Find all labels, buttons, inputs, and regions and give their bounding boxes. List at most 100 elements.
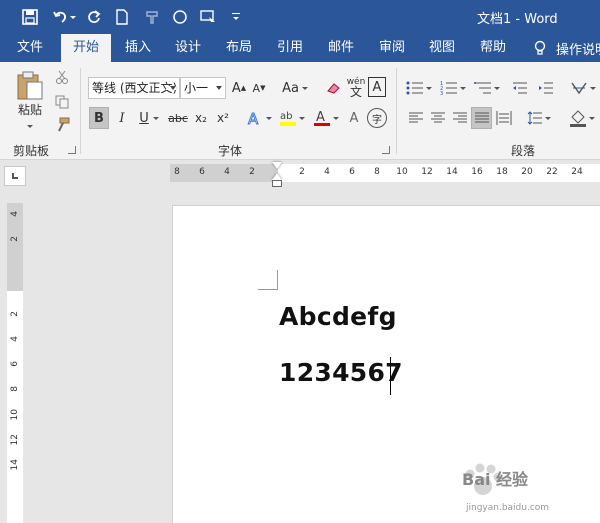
increase-indent-icon[interactable] bbox=[536, 77, 556, 99]
ruler-number: 2 bbox=[10, 236, 20, 242]
font-launcher-icon[interactable] bbox=[382, 146, 390, 154]
change-case-label: Aa bbox=[282, 80, 299, 96]
italic-label: I bbox=[119, 110, 125, 126]
line-spacing-button[interactable] bbox=[524, 107, 554, 129]
tab-help[interactable]: 帮助 bbox=[471, 34, 515, 62]
font-color-button[interactable]: A bbox=[310, 107, 342, 129]
tab-review[interactable]: 审阅 bbox=[370, 34, 414, 62]
highlighter-icon: ab bbox=[280, 111, 296, 126]
tab-file[interactable]: 文件 bbox=[8, 34, 52, 62]
tab-mailings[interactable]: 邮件 bbox=[319, 34, 363, 62]
paste-label: 粘贴 bbox=[17, 102, 42, 117]
customize-qat-icon[interactable] bbox=[230, 7, 242, 27]
ruler-number: 12 bbox=[421, 167, 433, 177]
shading-button[interactable] bbox=[566, 107, 598, 129]
ruler-number: 6 bbox=[349, 167, 355, 177]
tab-design[interactable]: 设计 bbox=[166, 34, 210, 62]
font-size-dropdown[interactable]: 小一 bbox=[180, 77, 226, 99]
document-line[interactable]: 1234567 bbox=[279, 358, 403, 387]
numbering-button[interactable]: 123 bbox=[438, 77, 468, 99]
superscript-button[interactable]: x² bbox=[213, 107, 233, 129]
bold-button[interactable]: B bbox=[89, 107, 109, 129]
svg-text:ab: ab bbox=[280, 111, 292, 122]
clipboard-launcher-icon[interactable] bbox=[68, 146, 76, 154]
touch-mode-icon[interactable] bbox=[199, 7, 219, 27]
ruler-number: 12 bbox=[10, 434, 20, 446]
paragraph-group-label: 段落 bbox=[511, 144, 536, 158]
chevron-down-icon bbox=[170, 86, 176, 90]
left-indent-marker[interactable] bbox=[272, 180, 282, 187]
ruler-number: 20 bbox=[521, 167, 533, 177]
ruler-number: 16 bbox=[471, 167, 483, 177]
paste-icon bbox=[17, 71, 43, 99]
paste-button[interactable]: 粘贴 bbox=[12, 68, 48, 118]
tab-insert[interactable]: 插入 bbox=[116, 34, 160, 62]
ruler-number: 14 bbox=[446, 167, 458, 177]
tab-selector[interactable] bbox=[4, 166, 26, 186]
grow-font-button[interactable]: A ▲ bbox=[230, 77, 248, 99]
line-spacing-icon bbox=[527, 111, 542, 125]
italic-button[interactable]: I bbox=[112, 107, 132, 129]
ruler-number: 4 bbox=[324, 167, 330, 177]
circle-shape-icon[interactable] bbox=[170, 7, 190, 27]
undo-dropdown-icon[interactable] bbox=[68, 7, 78, 27]
align-left-icon[interactable] bbox=[406, 108, 426, 128]
strikethrough-button[interactable]: abc bbox=[167, 107, 189, 129]
paste-dropdown-icon[interactable] bbox=[27, 125, 33, 128]
format-painter-icon[interactable] bbox=[53, 116, 71, 134]
bold-label: B bbox=[94, 110, 104, 126]
decrease-indent-icon[interactable] bbox=[510, 77, 530, 99]
redo-icon[interactable] bbox=[84, 7, 104, 27]
character-border-button[interactable]: A bbox=[368, 77, 386, 97]
enclose-characters-button[interactable]: 字 bbox=[367, 108, 387, 128]
justify-icon[interactable] bbox=[471, 107, 492, 129]
ruler-number: 18 bbox=[496, 167, 508, 177]
vertical-ruler[interactable]: 4 2 2 4 6 8 10 12 14 bbox=[7, 203, 23, 523]
change-case-button[interactable]: Aa bbox=[280, 77, 310, 99]
copy-icon[interactable] bbox=[53, 93, 71, 111]
first-line-indent-marker[interactable] bbox=[272, 162, 282, 169]
horizontal-ruler[interactable]: 8 6 4 2 2 4 6 8 10 12 14 16 18 20 22 24 bbox=[170, 164, 600, 182]
text-cursor bbox=[390, 357, 391, 395]
multilevel-list-button[interactable] bbox=[472, 77, 502, 99]
bullets-icon bbox=[406, 81, 423, 95]
undo-icon[interactable] bbox=[50, 7, 70, 27]
ribbon: 粘贴 剪贴板 等线 (西文正文) 小一 A ▲ A ▼ Aa wén 文 A B I bbox=[0, 62, 600, 160]
tell-me-box[interactable]: 操作说明 bbox=[533, 34, 600, 62]
save-icon[interactable] bbox=[20, 7, 40, 27]
svg-text:A: A bbox=[316, 110, 325, 125]
tab-layout[interactable]: 布局 bbox=[217, 34, 261, 62]
watermark-text: Bai 经验 bbox=[462, 470, 529, 489]
hanging-indent-marker[interactable] bbox=[272, 173, 282, 180]
font-name-dropdown[interactable]: 等线 (西文正文) bbox=[88, 77, 180, 99]
chinese-layout-button[interactable] bbox=[568, 77, 598, 99]
tab-references[interactable]: 引用 bbox=[268, 34, 312, 62]
paint-bucket-icon bbox=[570, 110, 586, 127]
tab-home[interactable]: 开始 bbox=[61, 34, 111, 62]
shrink-font-button[interactable]: A ▼ bbox=[250, 77, 268, 99]
clipboard-group-label: 剪贴板 bbox=[13, 144, 50, 158]
clear-formatting-icon[interactable] bbox=[324, 77, 344, 99]
bullets-button[interactable] bbox=[404, 77, 434, 99]
align-right-icon[interactable] bbox=[450, 108, 470, 128]
char-shading-button[interactable]: A bbox=[346, 107, 362, 129]
numbering-icon: 123 bbox=[440, 81, 457, 95]
font-group-label: 字体 bbox=[218, 144, 243, 158]
enclose-characters-label: 字 bbox=[372, 114, 382, 126]
ruler-number: 2 bbox=[249, 167, 255, 177]
phonetic-guide-button[interactable]: wén 文 bbox=[346, 75, 366, 99]
subscript-label: x₂ bbox=[195, 111, 207, 125]
distributed-icon[interactable] bbox=[494, 108, 514, 128]
strikethrough-label: abc bbox=[168, 111, 188, 125]
underline-label: U bbox=[139, 110, 149, 126]
tab-view[interactable]: 视图 bbox=[420, 34, 464, 62]
underline-button[interactable]: U bbox=[135, 107, 163, 129]
document-line[interactable]: Abcdefg bbox=[279, 302, 397, 331]
cut-icon[interactable] bbox=[53, 68, 71, 86]
highlight-color-button[interactable]: ab bbox=[276, 107, 308, 129]
new-document-icon[interactable] bbox=[112, 7, 132, 27]
text-effects-button[interactable]: A bbox=[244, 107, 274, 129]
align-center-icon[interactable] bbox=[428, 108, 448, 128]
subscript-button[interactable]: x₂ bbox=[191, 107, 211, 129]
format-painter-qat-icon[interactable] bbox=[142, 7, 162, 27]
